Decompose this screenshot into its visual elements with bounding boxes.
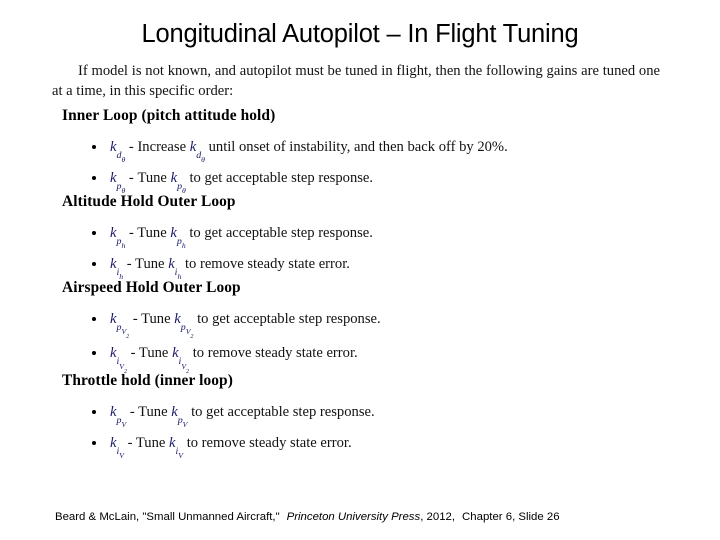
separator-dash: - xyxy=(129,403,135,420)
item-text-before: Tune xyxy=(135,256,165,272)
gain-list-altitude-hold: kph - Tune kph to get acceptable step re… xyxy=(52,224,684,282)
item-text-before: Increase xyxy=(137,139,187,155)
separator-dash: - xyxy=(128,170,134,186)
section-heading-airspeed-hold: Airspeed Hold Outer Loop xyxy=(62,279,241,296)
footer-year: , 2012, xyxy=(420,511,456,523)
separator-dash: - xyxy=(128,225,134,241)
gain-symbol: kpθ xyxy=(110,170,126,196)
gain-symbol-inline: kpθ xyxy=(170,170,186,196)
list-item: kpV - Tune kpV to get acceptable step re… xyxy=(52,403,684,430)
gain-symbol: kiV2 xyxy=(110,345,127,375)
gain-symbol: kdθ xyxy=(110,139,126,165)
separator-dash: - xyxy=(127,434,133,451)
gain-symbol: kph xyxy=(110,225,126,251)
gain-symbol-inline: kdθ xyxy=(189,139,205,165)
item-text-after: to remove steady state error. xyxy=(192,345,358,362)
gain-symbol-inline: kiV2 xyxy=(172,345,190,375)
slide-body: If model is not known, and autopilot mus… xyxy=(52,62,684,502)
item-text-after: to get acceptable step response. xyxy=(189,170,374,186)
bullet-icon xyxy=(92,262,96,266)
list-item: kdθ - Increase kdθ until onset of instab… xyxy=(52,138,684,165)
item-text-before: Tune xyxy=(137,170,167,186)
bullet-icon xyxy=(92,440,96,445)
gain-symbol-inline: kiV xyxy=(169,434,184,461)
gain-list-airspeed-hold: kpV2 - Tune kpV2 to get acceptable step … xyxy=(52,310,684,375)
gain-symbol: kih xyxy=(110,256,124,282)
bullet-icon xyxy=(92,176,96,180)
intro-text: If model is not known, and autopilot mus… xyxy=(52,63,660,99)
intro-paragraph: If model is not known, and autopilot mus… xyxy=(52,62,660,101)
footer-location: Chapter 6, Slide 26 xyxy=(462,511,560,523)
list-item: kiV2 - Tune kiV2 to remove steady state … xyxy=(52,344,684,375)
gain-symbol-inline: kpV xyxy=(171,403,188,430)
gain-symbol: kpV2 xyxy=(110,311,130,341)
bullet-icon xyxy=(92,145,96,149)
item-text-after: until onset of instability, and then bac… xyxy=(208,139,508,155)
separator-dash: - xyxy=(132,311,138,327)
item-text-before: Tune xyxy=(138,345,169,362)
list-item: kph - Tune kph to get acceptable step re… xyxy=(52,224,684,251)
bullet-icon xyxy=(92,317,96,321)
item-text-after: to remove steady state error. xyxy=(186,434,352,451)
item-text-after: to get acceptable step response. xyxy=(191,403,375,420)
list-item: kpV2 - Tune kpV2 to get acceptable step … xyxy=(52,310,684,341)
item-text-after: to get acceptable step response. xyxy=(197,311,381,327)
page-title: Longitudinal Autopilot – In Flight Tunin… xyxy=(141,20,579,48)
separator-dash: - xyxy=(128,139,134,155)
list-item: kiV - Tune kiV to remove steady state er… xyxy=(52,434,684,461)
item-text-before: Tune xyxy=(137,225,167,241)
gain-symbol-inline: kih xyxy=(168,256,182,282)
footer-citation: Beard & McLain, "Small Unmanned Aircraft… xyxy=(55,511,695,523)
bullet-icon xyxy=(92,409,96,414)
gain-symbol: kiV xyxy=(110,434,124,461)
list-item: kpθ - Tune kpθ to get acceptable step re… xyxy=(52,169,684,196)
gain-symbol-inline: kpV2 xyxy=(174,311,194,341)
separator-dash: - xyxy=(126,256,132,272)
gain-symbol-inline: kph xyxy=(170,225,186,251)
item-text-after: to remove steady state error. xyxy=(184,256,350,272)
section-heading-throttle-hold: Throttle hold (inner loop) xyxy=(62,371,233,389)
bullet-icon xyxy=(92,231,96,235)
section-heading-altitude-hold: Altitude Hold Outer Loop xyxy=(62,193,236,210)
gain-list-inner-loop: kdθ - Increase kdθ until onset of instab… xyxy=(52,138,684,196)
section-heading-inner-loop: Inner Loop (pitch attitude hold) xyxy=(62,107,276,124)
footer-publisher: Princeton University Press xyxy=(286,511,421,523)
gain-list-throttle-hold: kpV - Tune kpV to get acceptable step re… xyxy=(52,403,684,461)
footer-authors-cont: Lain, xyxy=(114,511,143,523)
gain-symbol: kpV xyxy=(110,403,127,430)
item-text-after: to get acceptable step response. xyxy=(189,225,373,241)
footer-book-title: "Small Unmanned Aircraft," xyxy=(142,511,280,523)
bullet-icon xyxy=(92,351,96,356)
list-item: kih - Tune kih to remove steady state er… xyxy=(52,255,684,282)
separator-dash: - xyxy=(130,345,136,362)
footer-authors: Beard & Mc xyxy=(55,511,115,523)
item-text-before: Tune xyxy=(138,403,168,420)
item-text-before: Tune xyxy=(141,311,171,327)
item-text-before: Tune xyxy=(135,434,166,451)
